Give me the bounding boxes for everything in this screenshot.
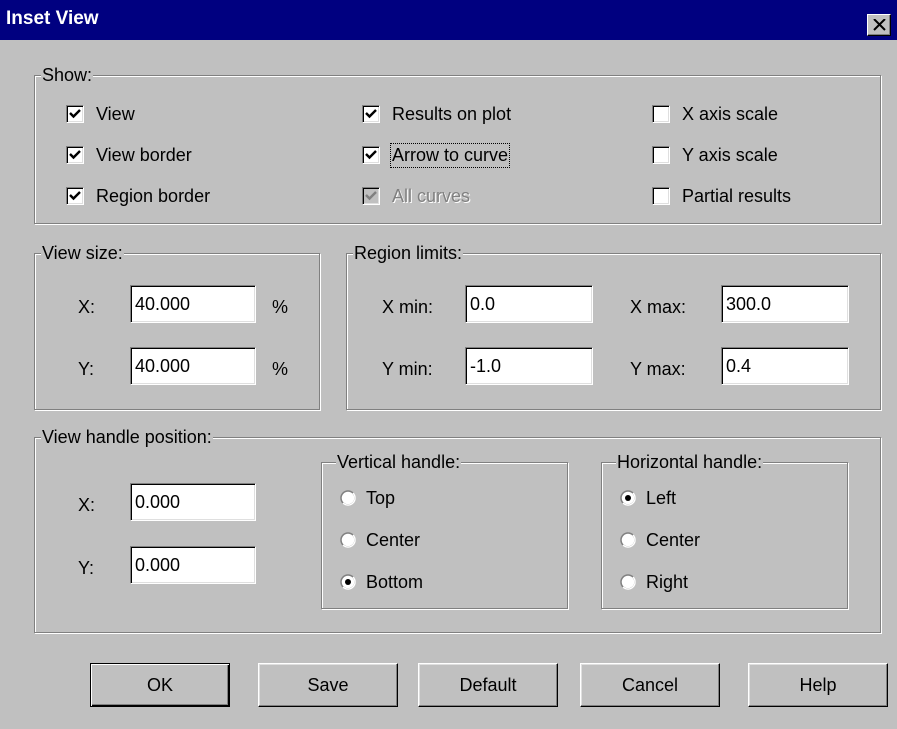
checkmark-icon <box>69 150 81 160</box>
checkbox-box[interactable] <box>362 146 380 164</box>
ymin-input[interactable]: -1.0 <box>465 347 593 385</box>
save-button[interactable]: Save <box>258 663 398 707</box>
checkbox-box[interactable] <box>66 187 84 205</box>
handle-position-legend: View handle position: <box>41 426 213 448</box>
ymax-label: Y max: <box>630 359 686 379</box>
checkbox-box[interactable] <box>652 146 670 164</box>
default-button[interactable]: Default <box>418 663 558 707</box>
checkbox-y-axis-scale[interactable]: Y axis scale <box>652 143 778 167</box>
radio-label: Center <box>646 529 701 550</box>
view-size-x-input[interactable]: 40.000 <box>130 285 256 323</box>
checkbox-view-border[interactable]: View border <box>66 143 192 167</box>
checkbox-x-axis-scale[interactable]: X axis scale <box>652 102 778 126</box>
checkmark-icon <box>69 191 81 201</box>
cancel-button[interactable]: Cancel <box>580 663 720 707</box>
checkmark-icon <box>365 191 377 201</box>
close-button[interactable] <box>867 14 891 36</box>
ok-button[interactable]: OK <box>90 663 230 707</box>
checkbox-label: X axis scale <box>682 103 779 124</box>
view-size-y-label: Y: <box>78 359 95 379</box>
vertical-handle-legend: Vertical handle: <box>336 451 462 473</box>
window-title: Inset View <box>6 8 99 29</box>
checkbox-results-on-plot[interactable]: Results on plot <box>362 102 511 126</box>
checkbox-partial-results[interactable]: Partial results <box>652 184 791 208</box>
radio-horizontal-left[interactable]: Left <box>620 486 676 510</box>
radio-selected-icon[interactable] <box>340 574 356 590</box>
radio-label: Right <box>646 571 689 592</box>
radio-horizontal-right[interactable]: Right <box>620 570 688 594</box>
radio-unselected-icon[interactable] <box>340 532 356 548</box>
radio-horizontal-center[interactable]: Center <box>620 528 700 552</box>
checkbox-box[interactable] <box>362 105 380 123</box>
checkbox-label: View border <box>96 144 192 165</box>
checkbox-view[interactable]: View <box>66 102 135 126</box>
checkbox-all-curves: All curves <box>362 184 470 208</box>
radio-label: Center <box>366 529 421 550</box>
xmin-input[interactable]: 0.0 <box>465 285 593 323</box>
ymin-label: Y min: <box>382 359 433 379</box>
region-limits-legend: Region limits: <box>353 242 464 264</box>
checkbox-label: Results on plot <box>392 103 512 124</box>
title-bar: Inset View <box>0 0 897 40</box>
checkbox-label: Region border <box>96 185 211 206</box>
radio-selected-icon[interactable] <box>620 490 636 506</box>
checkbox-arrow-to-curve[interactable]: Arrow to curve <box>362 142 511 168</box>
handle-x-input[interactable]: 0.000 <box>130 483 256 521</box>
radio-unselected-icon[interactable] <box>340 490 356 506</box>
ymax-input[interactable]: 0.4 <box>721 347 849 385</box>
checkmark-icon <box>69 109 81 119</box>
close-icon <box>873 19 886 31</box>
checkbox-box[interactable] <box>66 146 84 164</box>
radio-label: Left <box>646 487 677 508</box>
checkbox-label: Y axis scale <box>682 144 778 165</box>
view-size-x-unit: % <box>272 297 289 317</box>
horizontal-handle-legend: Horizontal handle: <box>616 451 764 473</box>
view-size-legend: View size: <box>41 242 124 264</box>
radio-vertical-center[interactable]: Center <box>340 528 420 552</box>
xmin-label: X min: <box>382 297 434 317</box>
xmax-label: X max: <box>630 297 687 317</box>
checkbox-box[interactable] <box>652 105 670 123</box>
checkbox-box[interactable] <box>66 105 84 123</box>
radio-label: Bottom <box>366 571 424 592</box>
show-legend: Show: <box>41 64 94 86</box>
checkbox-label: View <box>96 103 135 124</box>
checkbox-region-border[interactable]: Region border <box>66 184 210 208</box>
checkbox-label: Arrow to curve <box>389 142 511 168</box>
checkmark-icon <box>365 150 377 160</box>
checkbox-box <box>362 187 380 205</box>
handle-y-label: Y: <box>78 558 95 578</box>
checkbox-label: All curves <box>392 185 471 206</box>
checkmark-icon <box>365 109 377 119</box>
help-button[interactable]: Help <box>748 663 888 707</box>
radio-label: Top <box>366 487 396 508</box>
radio-vertical-top[interactable]: Top <box>340 486 395 510</box>
region-limits-group: Region limits: <box>346 242 881 410</box>
xmax-input[interactable]: 300.0 <box>721 285 849 323</box>
handle-y-input[interactable]: 0.000 <box>130 546 256 584</box>
radio-vertical-bottom[interactable]: Bottom <box>340 570 423 594</box>
checkbox-label: Partial results <box>682 185 792 206</box>
view-size-y-input[interactable]: 40.000 <box>130 347 256 385</box>
radio-unselected-icon[interactable] <box>620 574 636 590</box>
view-size-y-unit: % <box>272 359 289 379</box>
view-size-x-label: X: <box>78 297 96 317</box>
checkbox-box[interactable] <box>652 187 670 205</box>
handle-x-label: X: <box>78 495 96 515</box>
radio-unselected-icon[interactable] <box>620 532 636 548</box>
view-size-group: View size: <box>34 242 320 410</box>
